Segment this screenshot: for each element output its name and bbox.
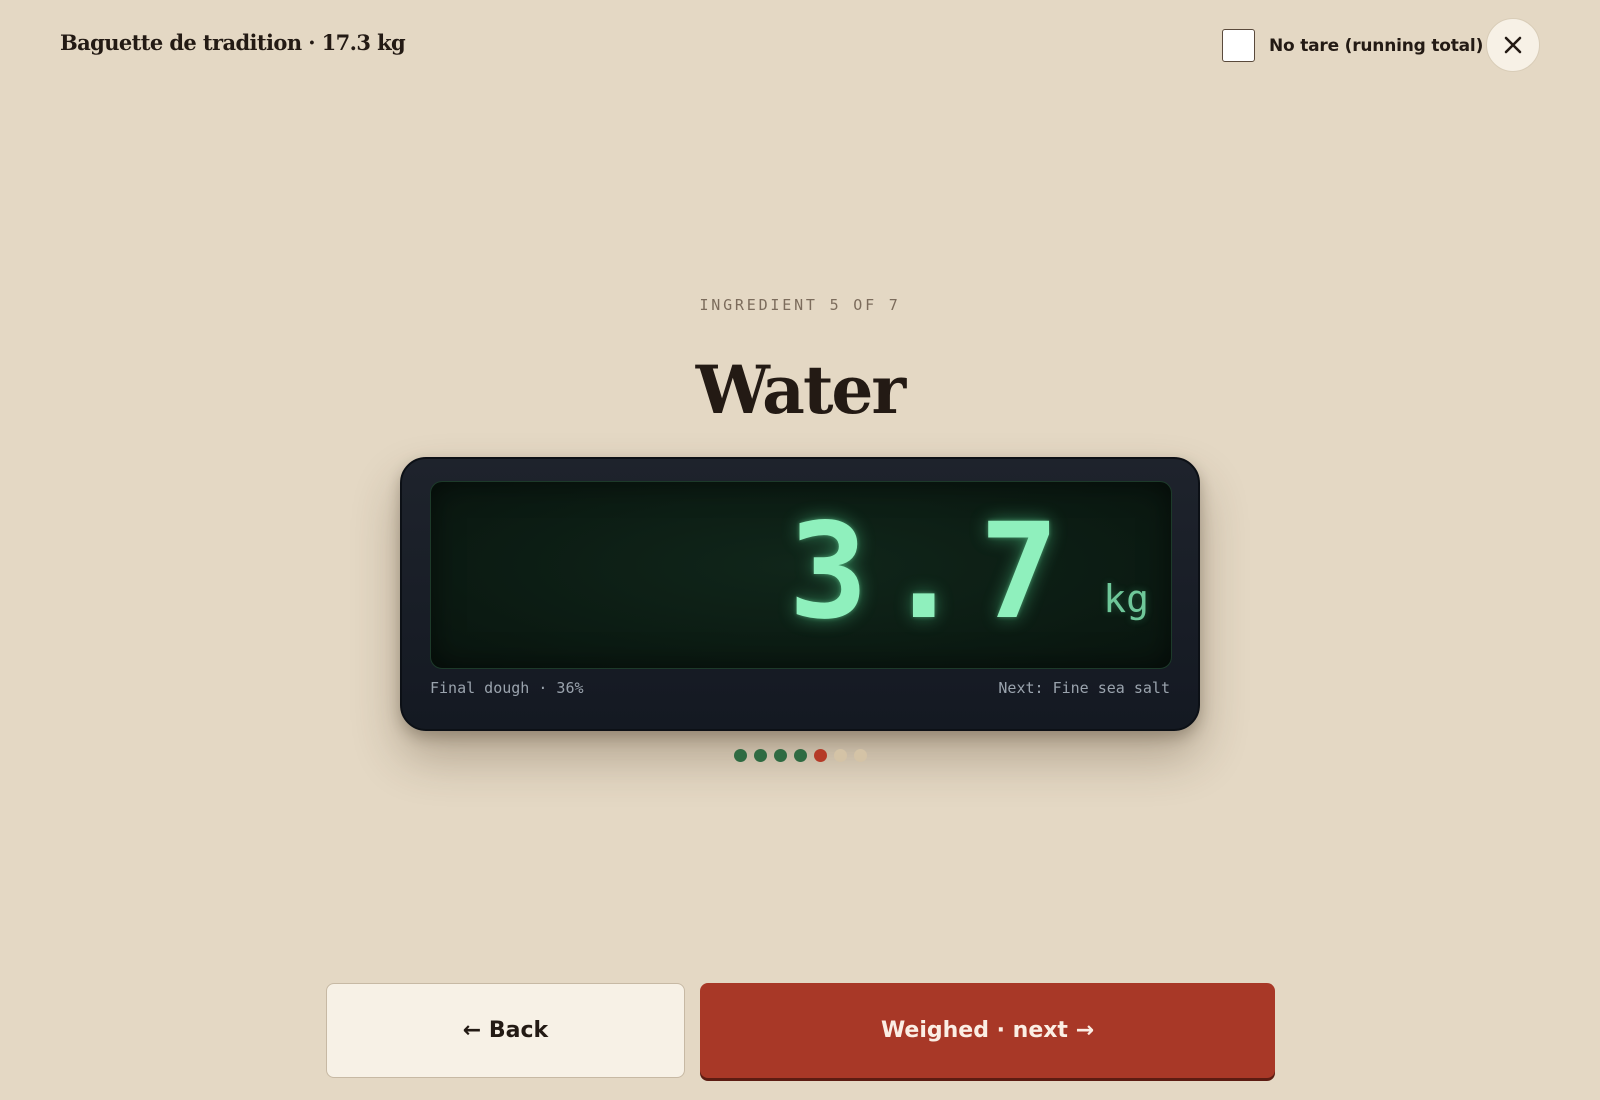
recipe-title: Baguette de tradition · 17.3 kg: [60, 30, 406, 55]
scale-display: 3.7 kg Final dough · 36% Next: Fine sea …: [400, 457, 1200, 731]
progress-dot-7: [854, 749, 867, 762]
next-ingredient: Next: Fine sea salt: [998, 679, 1170, 697]
no-tare-checkbox[interactable]: [1222, 29, 1255, 62]
back-button[interactable]: ← Back: [326, 983, 685, 1078]
progress-dot-1: [734, 749, 747, 762]
weight-unit: kg: [1103, 577, 1149, 621]
no-tare-label: No tare (running total): [1269, 35, 1484, 56]
scale-screen: 3.7 kg: [430, 481, 1172, 669]
progress-dot-6: [834, 749, 847, 762]
weighed-next-button[interactable]: Weighed · next →: [700, 983, 1275, 1078]
progress-dots: [734, 749, 867, 762]
dough-stage: Final dough · 36%: [430, 679, 584, 697]
no-tare-toggle[interactable]: No tare (running total): [1222, 29, 1483, 62]
close-icon: [1504, 36, 1522, 54]
ingredient-name: Water: [695, 351, 906, 429]
progress-dot-5: [814, 749, 827, 762]
close-button[interactable]: [1486, 18, 1540, 72]
progress-dot-4: [794, 749, 807, 762]
weight-reading: 3.7: [788, 495, 1075, 649]
step-counter: INGREDIENT 5 OF 7: [699, 296, 901, 314]
progress-dot-2: [754, 749, 767, 762]
progress-dot-3: [774, 749, 787, 762]
